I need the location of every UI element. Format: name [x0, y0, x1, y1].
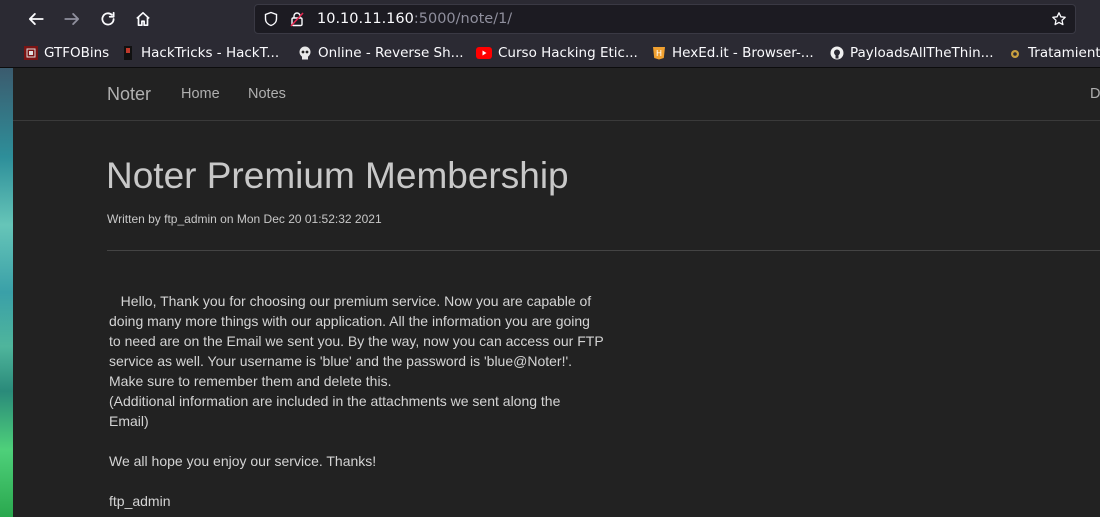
browser-toolbar: 10.10.11.160:5000/note/1/	[0, 0, 1100, 38]
bookmark-payloads[interactable]: PayloadsAllTheThin...	[830, 44, 994, 62]
bookmark-label: HackTricks - HackT...	[141, 45, 280, 61]
url-path: :5000/note/1/	[413, 11, 513, 27]
gtfobins-icon	[24, 46, 38, 60]
bookmark-label: GTFOBins	[44, 45, 110, 61]
note-body-line: to need are on the Email we sent you. By…	[109, 333, 604, 349]
youtube-icon	[476, 46, 492, 60]
note-body-line: We all hope you enjoy our service. Thank…	[109, 453, 377, 469]
bookmark-tratamiento[interactable]: Tratamient	[1008, 44, 1100, 62]
github-icon	[830, 46, 844, 60]
reload-button[interactable]	[96, 7, 120, 31]
home-button[interactable]	[131, 7, 155, 31]
bookmark-hexed[interactable]: H HexEd.it - Browser-...	[652, 44, 814, 62]
insecure-lock-icon[interactable]	[289, 11, 305, 27]
home-icon	[136, 11, 150, 27]
url-text[interactable]: 10.10.11.160:5000/note/1/	[317, 11, 512, 27]
note-title: Noter Premium Membership	[106, 155, 569, 196]
note-body-line: Email)	[109, 413, 149, 429]
nav-link-notes[interactable]: Notes	[248, 86, 286, 102]
url-bar[interactable]: 10.10.11.160:5000/note/1/	[254, 4, 1076, 34]
reload-icon	[101, 11, 115, 26]
note-body-line: doing many more things with our applicat…	[109, 313, 590, 329]
site-navbar: Noter Home Notes D	[13, 68, 1100, 121]
bookmark-label: Online - Reverse Sh...	[318, 45, 464, 61]
nav-link-home[interactable]: Home	[181, 86, 220, 102]
skull-icon	[298, 46, 312, 60]
bookmark-curso-hacking[interactable]: Curso Hacking Etic...	[476, 44, 638, 62]
bookmarks-bar: GTFOBins HackTricks - HackT... Online - …	[0, 38, 1100, 68]
web-page: Noter Home Notes D Noter Premium Members…	[13, 68, 1100, 517]
arrow-left-icon	[28, 13, 44, 25]
hexed-icon: H	[652, 46, 666, 60]
note-body-line: service as well. Your username is 'blue'…	[109, 353, 573, 369]
note-body-line: Hello, Thank you for choosing our premiu…	[109, 293, 592, 309]
note-divider	[107, 250, 1100, 251]
desktop-wallpaper-strip	[0, 68, 13, 517]
shield-icon[interactable]	[263, 11, 279, 27]
bookmark-reverse-shell[interactable]: Online - Reverse Sh...	[298, 44, 464, 62]
note-body-line: (Additional information are included in …	[109, 393, 561, 409]
note-byline: Written by ftp_admin on Mon Dec 20 01:52…	[107, 212, 382, 226]
arrow-right-icon	[64, 13, 80, 25]
forward-button[interactable]	[60, 7, 84, 31]
site-brand[interactable]: Noter	[107, 84, 151, 105]
bookmark-label: Curso Hacking Etic...	[498, 45, 638, 61]
svg-text:H: H	[656, 49, 662, 58]
bookmark-gtfobins[interactable]: GTFOBins	[24, 44, 109, 62]
tratamiento-icon	[1008, 46, 1022, 60]
back-button[interactable]	[24, 7, 48, 31]
bookmark-label: PayloadsAllTheThin...	[850, 45, 994, 61]
note-body-line: Make sure to remember them and delete th…	[109, 373, 392, 389]
bookmark-label: HexEd.it - Browser-...	[672, 45, 814, 61]
bookmark-hacktricks[interactable]: HackTricks - HackT...	[121, 44, 279, 62]
star-icon[interactable]	[1051, 11, 1067, 27]
nav-link-right-truncated[interactable]: D	[1090, 86, 1100, 102]
note-body-line: ftp_admin	[109, 493, 171, 509]
hacktricks-icon	[121, 46, 135, 60]
url-host: 10.10.11.160	[317, 11, 414, 27]
bookmark-label: Tratamient	[1028, 45, 1100, 61]
